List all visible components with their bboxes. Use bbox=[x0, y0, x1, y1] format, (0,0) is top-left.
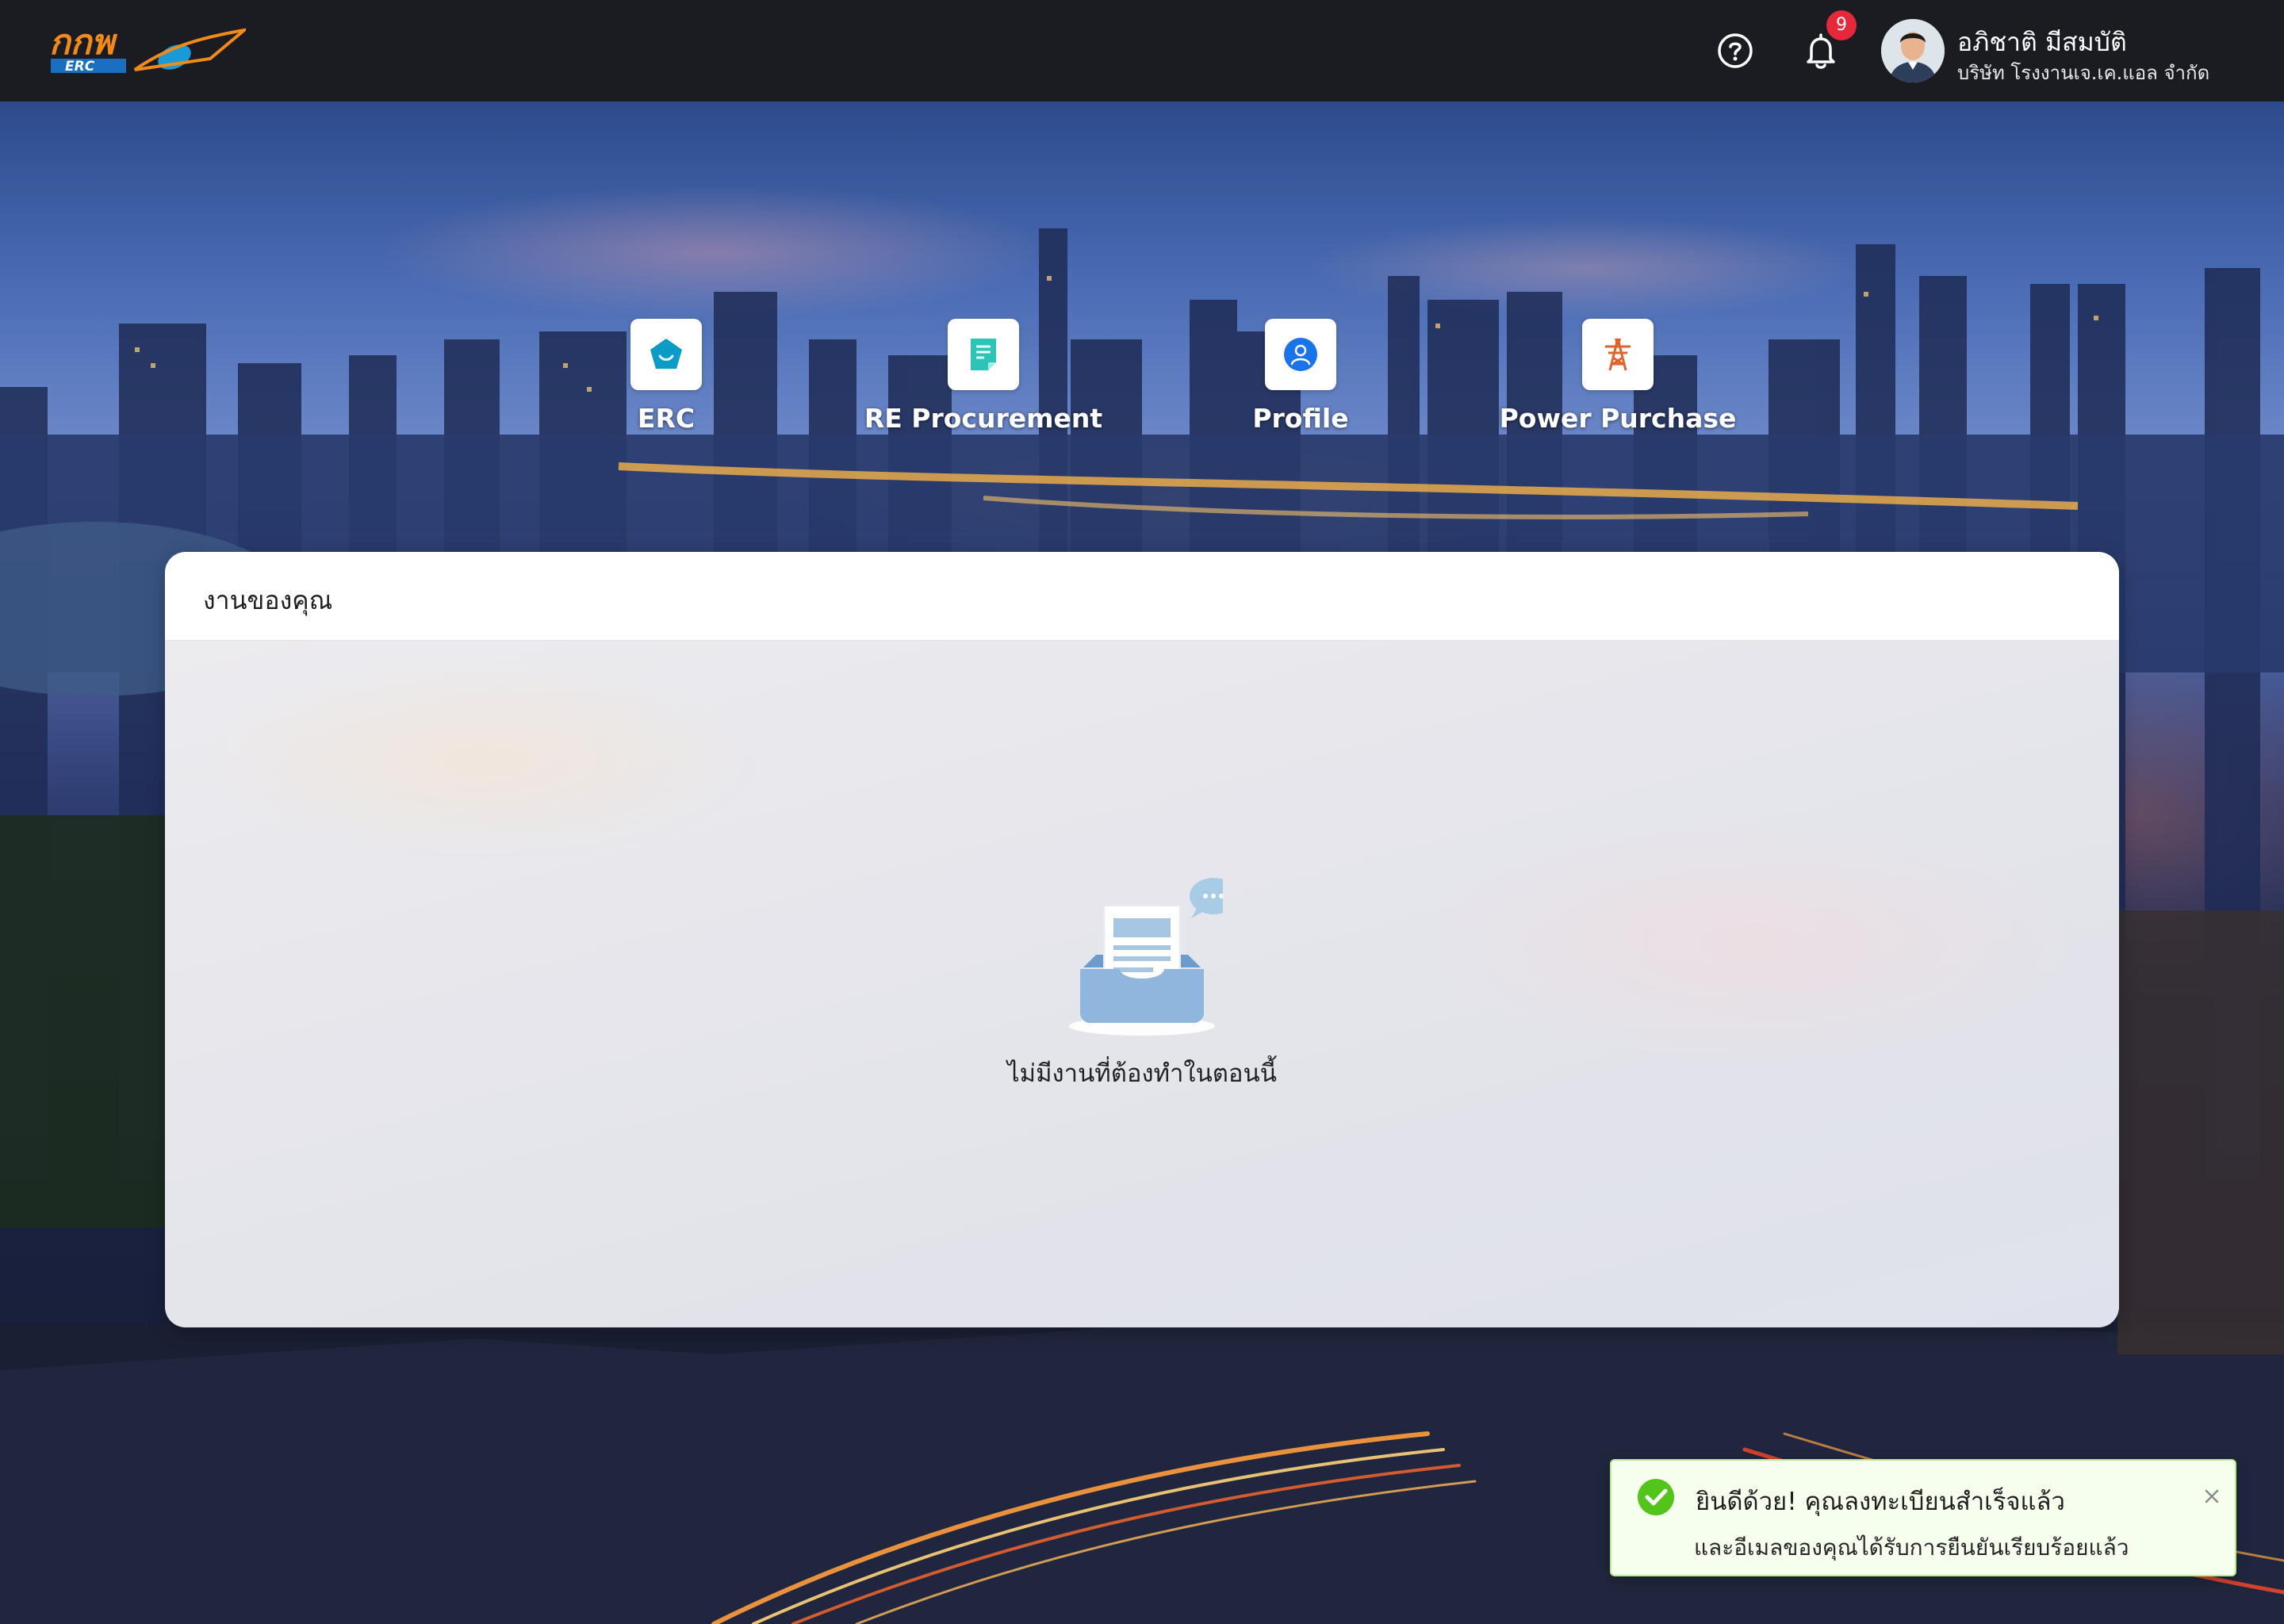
user-circle-icon bbox=[1284, 338, 1317, 371]
empty-tasks-message: ไม่มีงานที่ต้องทำในตอนนี้ bbox=[1007, 1059, 1277, 1088]
user-company: บริษัท โรงงานเจ.เค.แอล จำกัด bbox=[1957, 62, 2210, 84]
app-tile bbox=[1582, 319, 1654, 390]
close-icon[interactable] bbox=[2200, 1484, 2224, 1508]
svg-text:ERC: ERC bbox=[65, 59, 95, 75]
app-shortcut-power-purchase[interactable]: Power Purchase bbox=[1491, 319, 1745, 446]
app-label: Power Purchase bbox=[1499, 403, 1737, 434]
tasks-card-header: งานของคุณ bbox=[165, 552, 2119, 641]
app-shortcut-re-procurement[interactable]: RE Procurement bbox=[856, 319, 1110, 446]
app-shortcut-profile[interactable]: Profile bbox=[1174, 319, 1428, 446]
app-tile bbox=[948, 319, 1019, 390]
avatar[interactable] bbox=[1881, 19, 1945, 82]
check-circle-icon bbox=[1637, 1478, 1675, 1516]
tasks-card-title: งานของคุณ bbox=[203, 585, 333, 615]
app-tile bbox=[1265, 319, 1336, 390]
erc-pentagon-icon bbox=[650, 339, 682, 369]
app-label: RE Procurement bbox=[864, 403, 1103, 434]
top-navigation-bar: กกพ ERC 9 อภิชาติ มีสมบัติ บริษัท โรงงาน… bbox=[0, 0, 2284, 102]
app-shortcut-erc[interactable]: ERC bbox=[539, 319, 793, 446]
question-circle-icon[interactable] bbox=[1716, 32, 1754, 70]
app-tile bbox=[630, 319, 702, 390]
empty-inbox-icon bbox=[1064, 872, 1237, 1039]
app-label: ERC bbox=[637, 403, 696, 434]
erc-logo[interactable]: กกพ ERC bbox=[48, 22, 250, 79]
svg-text:กกพ: กกพ bbox=[49, 24, 117, 63]
notification-count-badge: 9 bbox=[1826, 10, 1857, 40]
document-icon bbox=[971, 339, 996, 370]
transmission-tower-icon bbox=[1605, 338, 1631, 371]
toast-title: ยินดีด้วย! คุณลงทะเบียนสำเร็จแล้ว bbox=[1696, 1488, 2065, 1516]
toast-description: และอีเมลของคุณได้รับการยืนยันเรียบร้อยแล… bbox=[1694, 1534, 2129, 1561]
success-toast: ยินดีด้วย! คุณลงทะเบียนสำเร็จแล้ว และอีเ… bbox=[1610, 1459, 2236, 1576]
app-label: Profile bbox=[1252, 403, 1349, 434]
